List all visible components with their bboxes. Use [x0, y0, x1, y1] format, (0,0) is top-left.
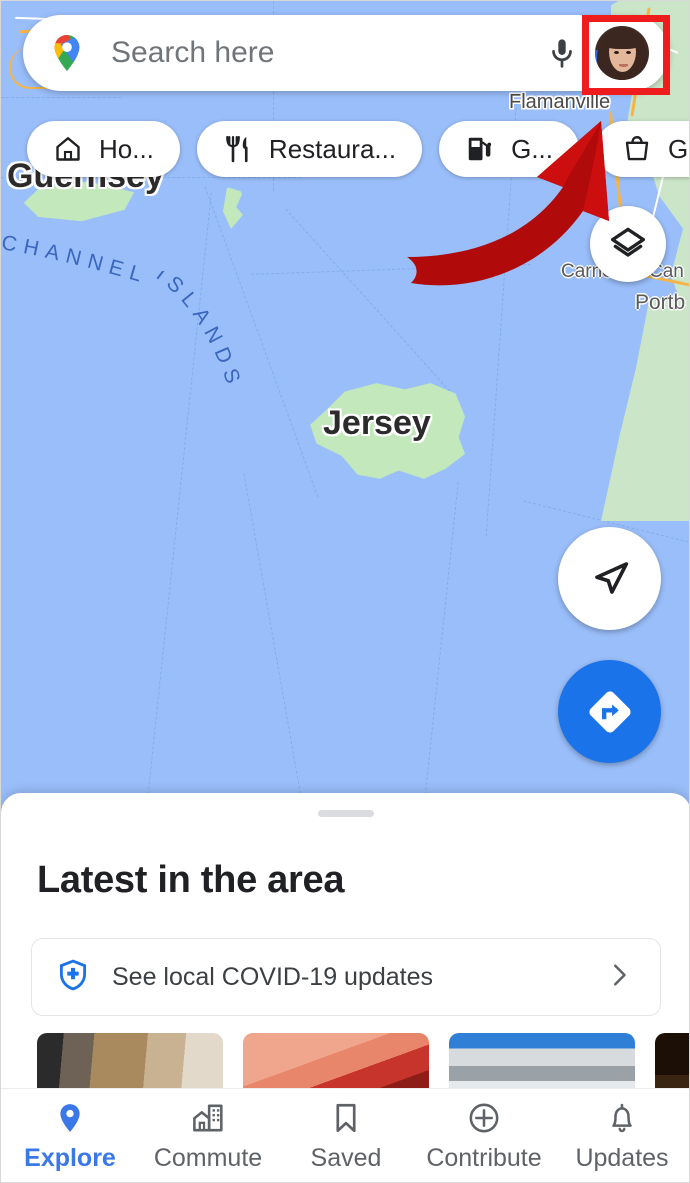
nav-item-saved[interactable]: Saved: [277, 1089, 415, 1182]
map-boundary-line: [251, 264, 531, 275]
thumbnail-3[interactable]: [449, 1033, 635, 1093]
covid-shield-icon: [56, 958, 90, 997]
thumbnail-1[interactable]: [37, 1033, 223, 1093]
svg-text:CHANNEL: CHANNEL: [1, 235, 151, 288]
map-label-flamanville: Flamanville: [509, 91, 611, 113]
search-input[interactable]: [109, 35, 539, 71]
directions-icon: [588, 690, 631, 733]
map-label-islands: ISLANDS: [147, 263, 337, 466]
google-maps-pin-icon: [54, 35, 80, 71]
thumbnail-row[interactable]: [1, 1033, 689, 1093]
nav-label: Saved: [310, 1143, 382, 1172]
landmass-jersey: [310, 383, 465, 479]
nav-label: Updates: [575, 1143, 669, 1172]
chip-label: Restaura...: [268, 133, 397, 164]
restaurant-icon: [223, 134, 253, 164]
avatar-eye-left: [614, 51, 619, 54]
category-chip-row[interactable]: Ho... Restaura... G... G: [27, 121, 689, 177]
map-pin-icon: [53, 1099, 87, 1137]
nav-item-explore[interactable]: Explore: [1, 1089, 139, 1182]
chip-label: G...: [511, 133, 553, 164]
chip-gas[interactable]: G...: [439, 121, 579, 177]
avatar-eye-right: [626, 51, 631, 54]
layers-button[interactable]: [590, 206, 666, 282]
thumbnail-2[interactable]: [243, 1033, 429, 1093]
directions-button[interactable]: [558, 660, 661, 763]
sheet-title: Latest in the area: [37, 859, 345, 901]
my-location-button[interactable]: [558, 527, 661, 630]
chip-restaurants[interactable]: Restaura...: [196, 121, 423, 177]
groceries-icon: [622, 134, 652, 164]
map-boundary-line: [1, 177, 301, 178]
search-bar[interactable]: [23, 15, 669, 91]
map-boundary-line: [147, 192, 212, 800]
chevron-right-icon: [604, 960, 634, 995]
nav-item-updates[interactable]: Updates: [553, 1089, 689, 1182]
map-boundary-line: [243, 473, 304, 801]
covid-card-label: See local COVID-19 updates: [112, 962, 434, 991]
map-boundary-line: [285, 208, 454, 396]
landmass-guernsey: [23, 181, 135, 222]
home-icon: [53, 134, 83, 164]
navigation-arrow-icon: [594, 561, 628, 594]
bottom-navigation-bar[interactable]: Explore Commute Saved Contribute Updates: [1, 1088, 689, 1182]
layers-icon: [611, 227, 645, 257]
avatar-mouth: [619, 64, 628, 67]
covid-updates-card[interactable]: See local COVID-19 updates: [31, 938, 661, 1016]
buildings-icon: [191, 1099, 225, 1137]
bookmark-icon: [329, 1099, 363, 1137]
bell-icon: [605, 1099, 639, 1137]
nav-label: Commute: [153, 1143, 263, 1172]
account-avatar-button[interactable]: [591, 22, 653, 84]
microphone-icon: [552, 39, 572, 68]
sheet-drag-handle[interactable]: [318, 810, 374, 817]
gas-station-icon: [465, 134, 495, 164]
landmass-france-south: [601, 301, 689, 521]
map-boundary-line: [204, 186, 319, 498]
voice-search-button[interactable]: [539, 30, 585, 76]
bottom-sheet[interactable]: Latest in the area See local COVID-19 up…: [1, 793, 689, 1093]
svg-text:ISLANDS: ISLANDS: [152, 271, 247, 393]
nav-label: Contribute: [426, 1143, 542, 1172]
chip-groceries[interactable]: Groc...: [596, 121, 689, 177]
chip-label: Ho...: [99, 133, 154, 164]
map-boundary-line: [1, 97, 121, 98]
landmass-herm: [223, 187, 243, 229]
nav-item-contribute[interactable]: Contribute: [415, 1089, 553, 1182]
plus-circle-icon: [467, 1099, 501, 1137]
thumbnail-4[interactable]: [655, 1033, 689, 1093]
avatar-fringe: [605, 32, 640, 49]
google-maps-app-screen: Guernsey Jersey Flamanville Carneville C…: [0, 0, 690, 1183]
chip-home[interactable]: Ho...: [27, 121, 180, 177]
map-boundary-line: [424, 481, 459, 801]
map-sea-label-text: ISLANDS: [152, 263, 240, 393]
nav-label: Explore: [24, 1143, 116, 1172]
avatar[interactable]: [595, 26, 649, 80]
map-sea-label-text: CHANNEL: [1, 231, 144, 288]
nav-item-commute[interactable]: Commute: [139, 1089, 277, 1182]
chip-label: Groc...: [668, 133, 689, 164]
map-label-channel: CHANNEL: [1, 231, 295, 320]
